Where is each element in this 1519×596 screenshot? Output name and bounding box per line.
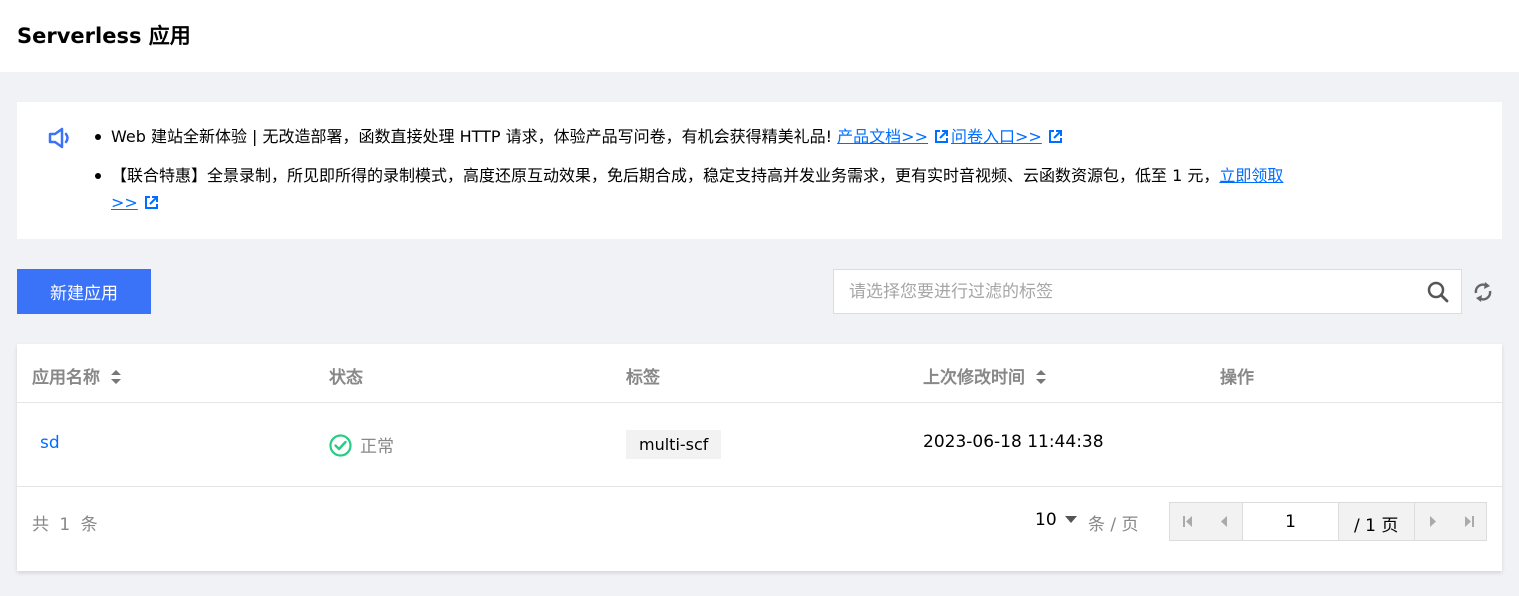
status-cell: 正常 — [329, 432, 394, 457]
app-table: 应用名称 状态 标签 上次修改时间 操作 sd 正常 multi-scf 202… — [17, 344, 1502, 571]
caret-down-icon — [1064, 516, 1077, 523]
column-header-label: 应用名称 — [32, 368, 100, 388]
next-page-icon — [1430, 516, 1436, 527]
next-page-button[interactable] — [1415, 503, 1451, 540]
divider — [17, 402, 1502, 403]
notice-text-2: 【联合特惠】全景录制，所见即所得的录制模式，高度还原互动效果，免后期合成，稳定支… — [111, 166, 1220, 185]
notice-item-1: Web 建站全新体验 | 无改造部署，函数直接处理 HTTP 请求，体验产品写问… — [95, 123, 1065, 150]
notice-text-1: Web 建站全新体验 | 无改造部署，函数直接处理 HTTP 请求，体验产品写问… — [111, 127, 833, 146]
external-link-icon[interactable] — [1048, 129, 1063, 144]
pager: / 1 页 — [1169, 502, 1487, 541]
first-page-button[interactable] — [1170, 503, 1206, 540]
speaker-icon — [48, 127, 69, 149]
first-page-icon — [1183, 516, 1192, 527]
page-number-input[interactable] — [1242, 503, 1339, 540]
claim-offer-link-arrow[interactable]: >> — [111, 193, 138, 212]
last-page-button[interactable] — [1451, 503, 1487, 540]
external-link-icon[interactable] — [144, 195, 159, 210]
per-page-label: 条 / 页 — [1088, 515, 1139, 535]
prev-page-button[interactable] — [1206, 503, 1242, 540]
tag-badge: multi-scf — [626, 430, 722, 459]
refresh-icon[interactable] — [1472, 280, 1494, 304]
app-name-link[interactable]: sd — [40, 433, 60, 453]
total-pages: / 1 页 — [1354, 516, 1399, 536]
notice-banner: Web 建站全新体验 | 无改造部署，函数直接处理 HTTP 请求，体验产品写问… — [17, 102, 1502, 239]
column-header-label: 上次修改时间 — [923, 368, 1025, 388]
last-page-icon — [1465, 516, 1474, 527]
page-title: Serverless 应用 — [17, 24, 191, 48]
sort-icon[interactable] — [1035, 369, 1047, 385]
column-header-name[interactable]: 应用名称 — [32, 363, 122, 388]
check-circle-icon — [329, 434, 352, 457]
column-header-tags: 标签 — [626, 368, 660, 388]
survey-link[interactable]: 问卷入口>> — [951, 127, 1042, 146]
bullet-dot — [95, 173, 101, 179]
prev-page-icon — [1221, 516, 1227, 527]
bullet-dot — [95, 134, 101, 140]
column-header-actions: 操作 — [1220, 368, 1254, 388]
page-header: Serverless 应用 — [0, 0, 1519, 72]
column-header-status: 状态 — [329, 368, 363, 388]
notice-item-2: 【联合特惠】全景录制，所见即所得的录制模式，高度还原互动效果，免后期合成，稳定支… — [95, 162, 1451, 216]
divider — [17, 486, 1502, 487]
total-count: 共 1 条 — [32, 515, 98, 535]
status-text: 正常 — [360, 437, 394, 457]
product-docs-link[interactable]: 产品文档>> — [837, 127, 928, 146]
column-header-modified[interactable]: 上次修改时间 — [923, 363, 1047, 388]
search-icon[interactable] — [1427, 281, 1449, 303]
claim-offer-link[interactable]: 立即领取 — [1219, 166, 1283, 185]
external-link-icon[interactable] — [934, 129, 949, 144]
search-input[interactable] — [834, 270, 1414, 313]
page-size-value: 10 — [1035, 510, 1057, 530]
tag-filter-search — [833, 269, 1462, 314]
page-size-select[interactable]: 10 — [1035, 510, 1077, 530]
new-app-button[interactable]: 新建应用 — [17, 269, 151, 314]
sort-icon[interactable] — [110, 369, 122, 385]
modified-time: 2023-06-18 11:44:38 — [923, 432, 1104, 452]
